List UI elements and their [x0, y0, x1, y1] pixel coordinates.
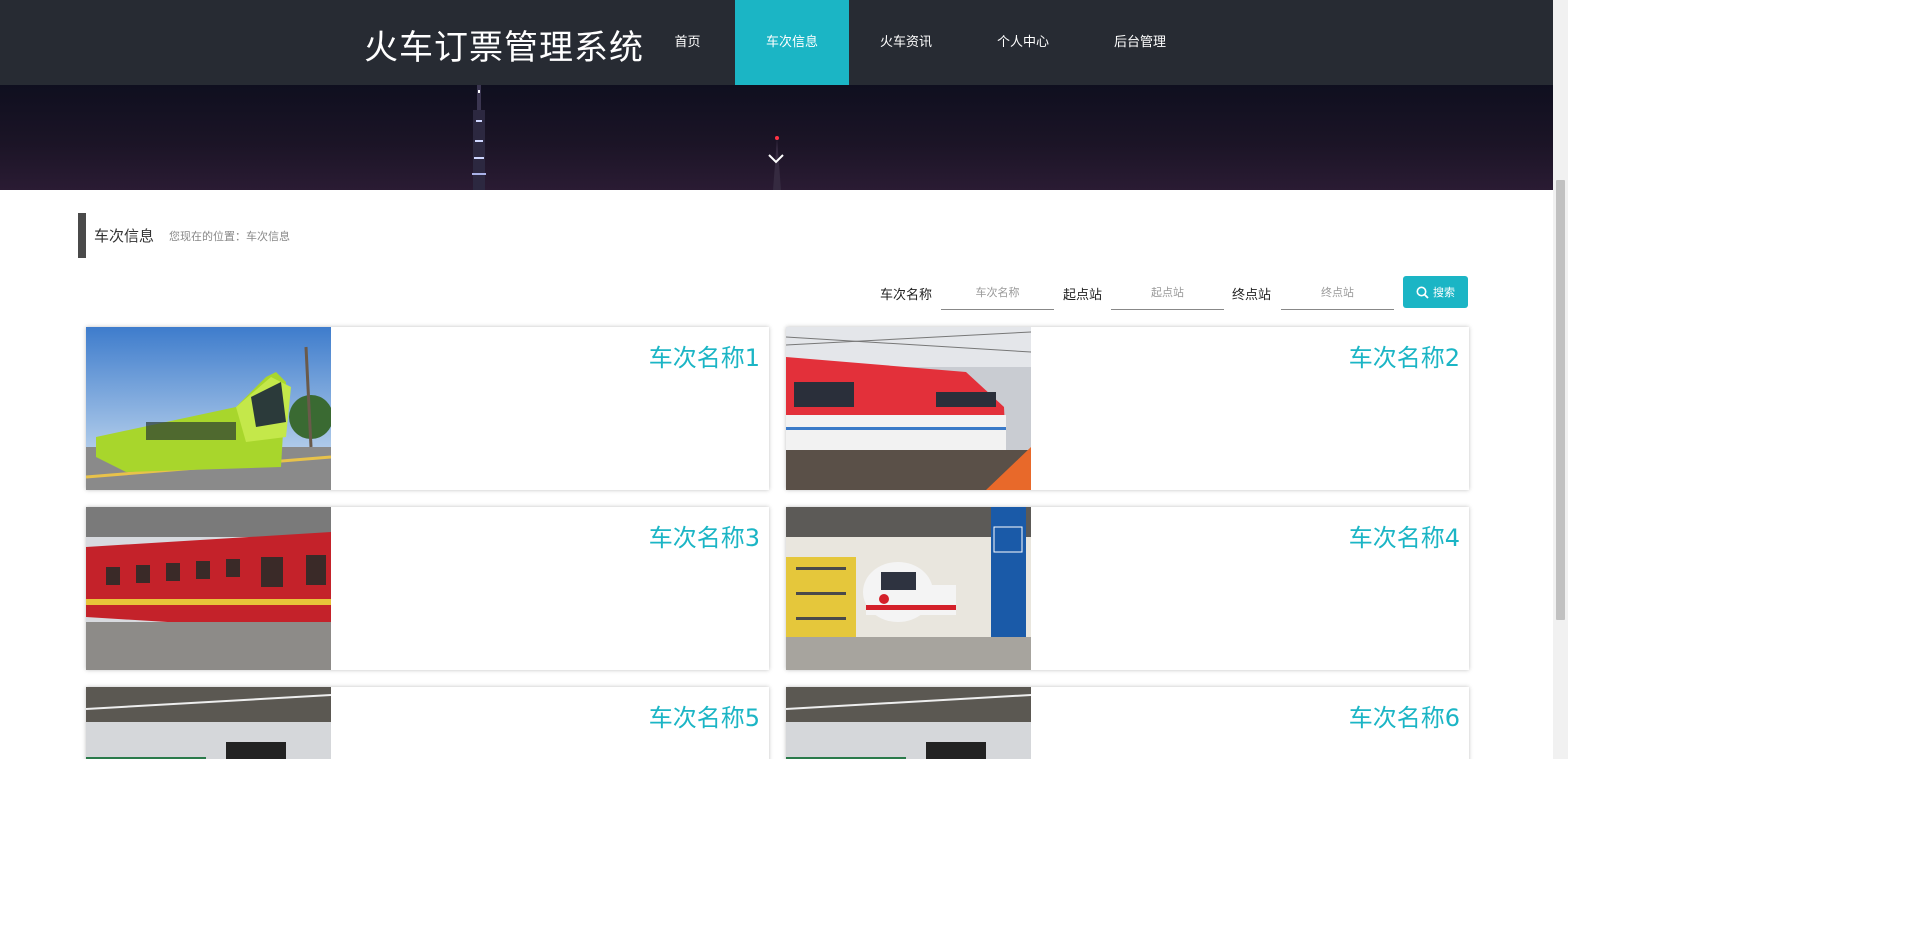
search-button-label: 搜索	[1433, 286, 1455, 299]
lime-green-tram-photo	[86, 327, 331, 490]
nav-admin[interactable]: 后台管理	[1083, 0, 1197, 85]
hero-banner	[0, 85, 1553, 190]
page: 火车订票管理系统 首页 车次信息 火车资讯 个人中心 后台管理 车次信息 您现在…	[0, 0, 1553, 759]
breadcrumb: 您现在的位置：车次信息	[169, 230, 290, 243]
train-card-title: 车次名称5	[648, 704, 760, 732]
nav-train-news[interactable]: 火车资讯	[849, 0, 963, 85]
end-station-input[interactable]	[1281, 276, 1394, 310]
scrollbar-thumb[interactable]	[1556, 180, 1565, 620]
nav-train-info[interactable]: 车次信息	[735, 0, 849, 85]
chevron-down-icon[interactable]	[765, 147, 787, 169]
search-icon	[1416, 286, 1429, 299]
start-station-input[interactable]	[1111, 276, 1224, 310]
painted-subway-train-photo	[786, 687, 1031, 759]
train-card-title: 车次名称6	[1348, 704, 1460, 732]
city-tower-image	[472, 85, 486, 190]
train-name-input[interactable]	[941, 276, 1054, 310]
train-card-6[interactable]: 车次名称6	[786, 687, 1469, 759]
nav-personal-center[interactable]: 个人中心	[963, 0, 1083, 85]
train-card-title: 车次名称1	[648, 344, 760, 372]
train-card-title: 车次名称3	[648, 524, 760, 552]
top-navbar: 火车订票管理系统 首页 车次信息 火车资讯 个人中心 后台管理	[0, 0, 1553, 85]
train-card-title: 车次名称2	[1348, 344, 1460, 372]
site-title: 火车订票管理系统	[364, 28, 644, 68]
train-card-4[interactable]: 车次名称4	[786, 507, 1469, 670]
painted-subway-train-photo	[86, 687, 331, 759]
nav-home[interactable]: 首页	[640, 0, 735, 85]
train-card-1[interactable]: 车次名称1	[86, 327, 769, 490]
search-button[interactable]: 搜索	[1403, 276, 1468, 308]
red-white-train-photo	[786, 327, 1031, 490]
section-accent-bar	[78, 213, 86, 258]
red-passenger-car-photo	[86, 507, 331, 670]
train-card-title: 车次名称4	[1348, 524, 1460, 552]
start-station-label: 起点站	[1063, 288, 1103, 303]
train-card-3[interactable]: 车次名称3	[86, 507, 769, 670]
train-name-label: 车次名称	[880, 288, 933, 303]
train-card-2[interactable]: 车次名称2	[786, 327, 1469, 490]
metro-depot-photo	[786, 507, 1031, 670]
page-scrollbar[interactable]	[1553, 0, 1568, 759]
train-card-5[interactable]: 车次名称5	[86, 687, 769, 759]
end-station-label: 终点站	[1232, 288, 1272, 303]
section-title: 车次信息	[94, 227, 155, 245]
